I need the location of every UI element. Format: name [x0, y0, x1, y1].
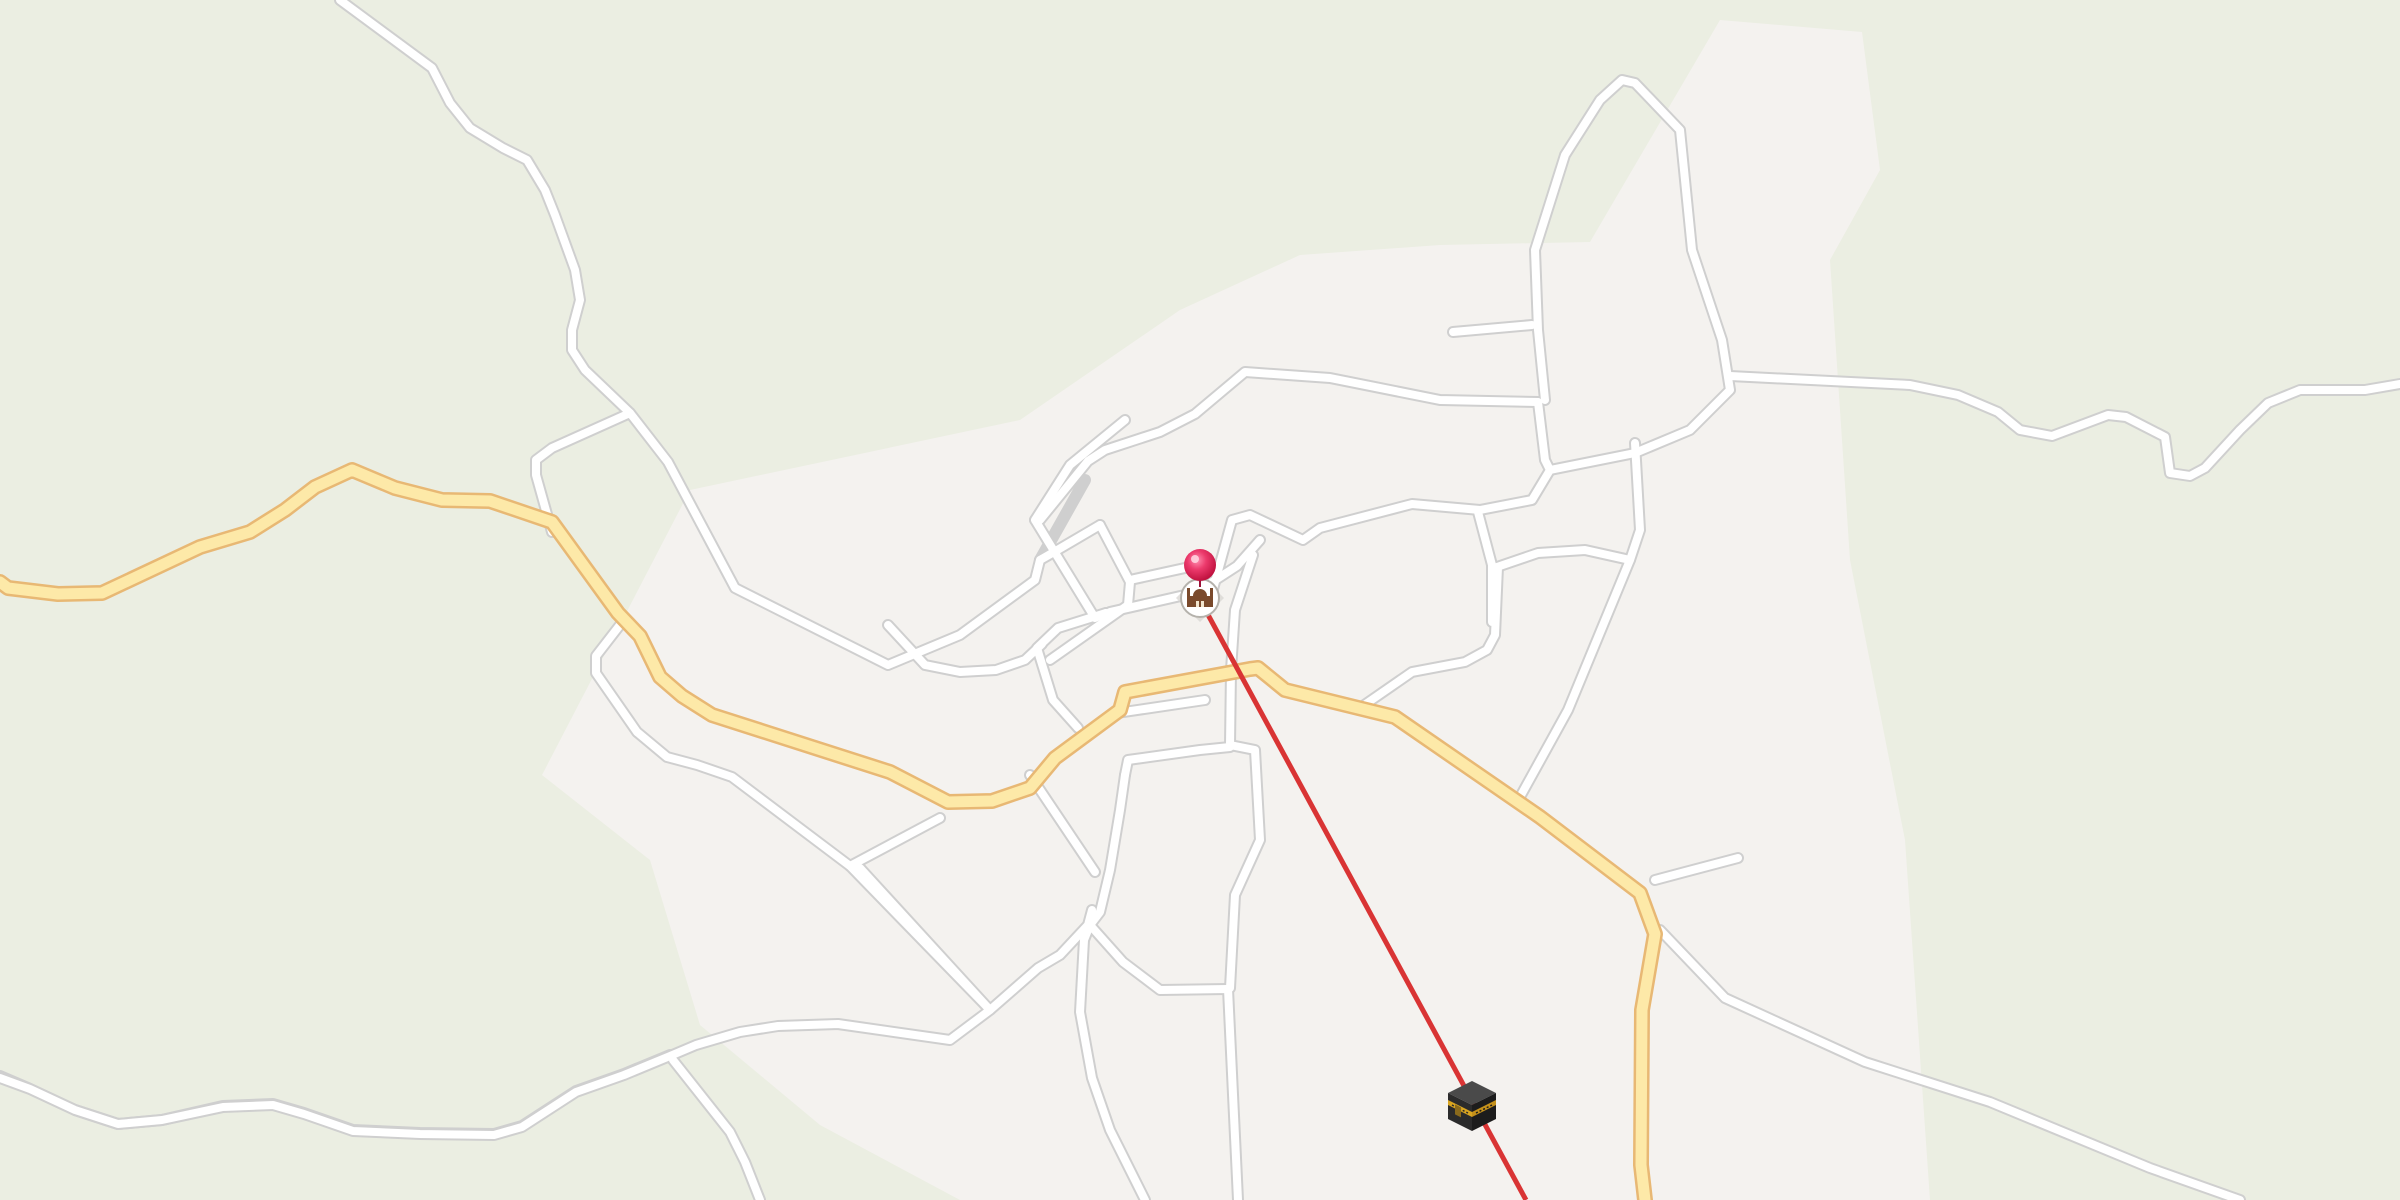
map-canvas[interactable] — [0, 0, 2400, 1200]
